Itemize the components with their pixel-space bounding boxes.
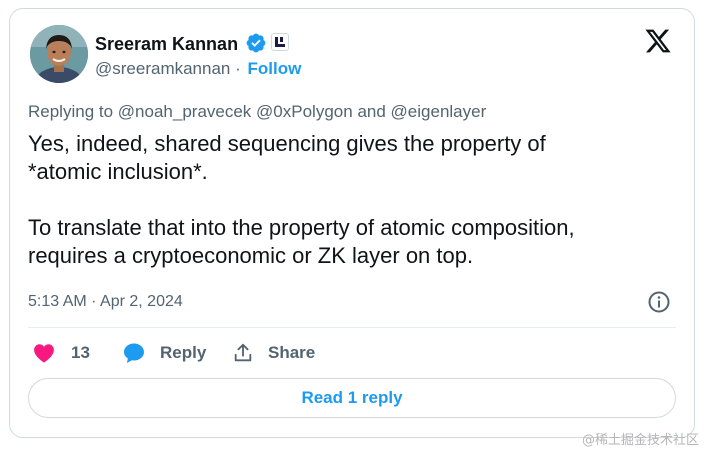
tweet-line: Yes, indeed, shared sequencing gives the…	[28, 131, 546, 156]
affiliate-logo-mark	[275, 37, 285, 47]
tweet-text: Yes, indeed, shared sequencing gives the…	[28, 130, 678, 270]
watermark: @稀土掘金技术社区	[581, 433, 699, 448]
divider	[28, 327, 676, 328]
info-icon[interactable]	[647, 290, 671, 314]
heart-icon	[34, 344, 54, 363]
mention-noah[interactable]: @noah_pravecek	[118, 102, 252, 121]
tweet-line: *atomic inclusion*.	[28, 159, 208, 184]
reply-context: Replying to @noah_pravecek @0xPolygon an…	[28, 102, 486, 122]
author-name[interactable]: Sreeram Kannan	[95, 34, 238, 55]
x-logo-icon[interactable]	[644, 27, 672, 55]
share-button[interactable]: Share	[232, 339, 315, 367]
reply-button[interactable]: Reply	[122, 339, 206, 367]
verified-badge-icon	[246, 33, 266, 53]
tweet-line: To translate that into the property of a…	[28, 215, 575, 240]
tweet-card: Sreeram Kannan @sreeramkannan · Follow R…	[9, 8, 695, 438]
speech-bubble-icon	[124, 343, 144, 363]
separator-dot: ·	[235, 59, 241, 78]
reply-prefix: Replying to	[28, 102, 114, 121]
share-label: Share	[268, 343, 316, 362]
avatar[interactable]	[30, 25, 88, 83]
read-replies-button[interactable]: Read 1 reply	[28, 378, 676, 418]
like-count: 13	[71, 343, 90, 362]
author-handle-row: @sreeramkannan · Follow	[95, 59, 301, 79]
affiliate-badge-icon[interactable]	[271, 33, 289, 51]
follow-button[interactable]: Follow	[248, 59, 302, 78]
tweet-timestamp[interactable]: 5:13 AM · Apr 2, 2024	[28, 293, 183, 311]
mention-eigenlayer[interactable]: @eigenlayer	[391, 102, 487, 121]
reply-label: Reply	[160, 343, 207, 362]
like-button[interactable]: 13	[32, 339, 90, 367]
share-upload-icon	[234, 343, 252, 362]
author-handle[interactable]: @sreeramkannan	[95, 59, 230, 78]
tweet-line: requires a cryptoeconomic or ZK layer on…	[28, 243, 474, 268]
mention-polygon[interactable]: @0xPolygon	[256, 102, 353, 121]
avatar-portrait	[30, 25, 88, 83]
reply-conjunction: and	[357, 102, 386, 121]
